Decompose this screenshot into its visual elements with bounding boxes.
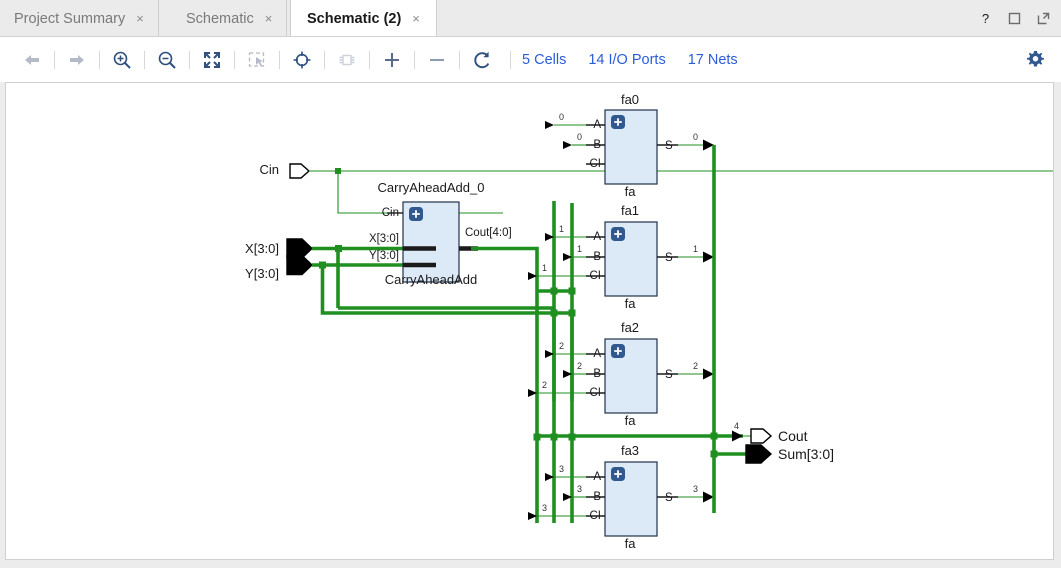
forward-icon[interactable]	[62, 45, 92, 75]
tab-schematic[interactable]: Schematic ×	[172, 0, 288, 37]
bit-index-label: 3	[577, 484, 582, 494]
cell-instance-label: fa3	[621, 443, 639, 458]
port-sum-label: Sum[3:0]	[778, 446, 834, 462]
cout-bit-label: 4	[734, 421, 739, 431]
cout-bus-routing	[471, 201, 576, 523]
toolbar-divider	[279, 50, 280, 69]
cell-master-label: fa	[625, 184, 637, 199]
toolbar-divider	[324, 50, 325, 69]
xy-bus-routing	[320, 306, 574, 401]
bit-index-label: 3	[693, 484, 698, 494]
nets-link[interactable]: 17 Nets	[688, 52, 738, 68]
bit-index-label: 3	[559, 464, 564, 474]
bit-index-label: 0	[559, 112, 564, 122]
zoom-in-icon[interactable]	[107, 45, 137, 75]
back-icon[interactable]	[17, 45, 47, 75]
fa1-pin-s-label: S	[665, 252, 673, 264]
cell-fa3[interactable]: fa3 A B CI S fa 3 3 3 3	[528, 443, 714, 551]
window-controls: ?	[978, 0, 1051, 37]
port-y-label: Y[3:0]	[245, 266, 279, 281]
zoom-area-icon[interactable]	[242, 45, 272, 75]
schematic-viewer-window: Project Summary × Schematic × Schematic …	[0, 0, 1061, 568]
cell-master-label: fa	[625, 536, 637, 551]
cla-pin-y-label: Y[3:0]	[369, 250, 399, 262]
cell-instance-label: fa0	[621, 92, 639, 107]
bit-index-label: 2	[577, 361, 582, 371]
bit-index-label: 1	[542, 263, 547, 273]
cell-instance-label: CarryAheadAdd_0	[378, 180, 485, 195]
zoom-fit-icon[interactable]	[197, 45, 227, 75]
cla-pin-x-label: X[3:0]	[369, 233, 399, 245]
tab-close-icon[interactable]: ×	[136, 12, 144, 25]
cell-master-label: fa	[625, 413, 637, 428]
cell-master-label: fa	[625, 296, 637, 311]
toolbar-divider	[510, 50, 511, 69]
port-cin-label: Cin	[259, 162, 279, 177]
plus-icon[interactable]	[377, 45, 407, 75]
tab-close-icon[interactable]: ×	[265, 12, 273, 25]
toolbar-divider	[99, 50, 100, 69]
port-cout[interactable]: 4 Cout	[714, 421, 808, 444]
fa2-pin-s-label: S	[665, 369, 673, 381]
cell-master-label: CarryAheadAdd	[385, 272, 478, 287]
port-sum[interactable]: Sum[3:0]	[714, 444, 834, 464]
gear-icon[interactable]	[1026, 37, 1045, 82]
toolbar-divider	[369, 50, 370, 69]
cell-instance-label: fa2	[621, 320, 639, 335]
bit-index-label: 0	[693, 132, 698, 142]
port-cout-label: Cout	[778, 428, 808, 444]
fa3-pin-s-label: S	[665, 492, 673, 504]
bit-index-label: 1	[559, 224, 564, 234]
tab-bar: Project Summary × Schematic × Schematic …	[0, 0, 1061, 38]
minus-icon[interactable]	[422, 45, 452, 75]
cell-fa1[interactable]: fa1 A B CI S fa 1 1 1 1	[528, 203, 714, 311]
schematic-toolbar: 5 Cells 14 I/O Ports 17 Nets	[0, 37, 1061, 82]
cell-fa0[interactable]: fa0 A B CI S fa 0 0 0	[545, 92, 714, 199]
toolbar-divider	[54, 50, 55, 69]
port-x-label: X[3:0]	[245, 241, 279, 256]
io-ports-link[interactable]: 14 I/O Ports	[588, 52, 665, 68]
help-icon[interactable]: ?	[978, 11, 993, 26]
toolbar-divider	[189, 50, 190, 69]
svg-text:?: ?	[982, 12, 989, 26]
toolbar-divider	[459, 50, 460, 69]
bit-index-label: 1	[577, 244, 582, 254]
schematic-canvas[interactable]: Cin X[3:0] Y[3:0] CarryAheadAdd_0 Cin X[…	[5, 82, 1054, 560]
bit-index-label: 2	[693, 361, 698, 371]
float-window-icon[interactable]	[1036, 11, 1051, 26]
bit-index-label: 3	[542, 503, 547, 513]
toolbar-divider	[414, 50, 415, 69]
cell-fa2[interactable]: fa2 A B CI S fa 2 2 2 2	[528, 320, 714, 428]
bit-index-label: 2	[542, 380, 547, 390]
cell-carryaheadadd[interactable]: CarryAheadAdd_0 Cin X[3:0] Y[3:0] Cout[4…	[369, 180, 512, 287]
bit-index-label: 1	[693, 244, 698, 254]
bit-index-label: 0	[577, 132, 582, 142]
zoom-out-icon[interactable]	[152, 45, 182, 75]
toolbar-divider	[234, 50, 235, 69]
chip-icon[interactable]	[332, 45, 362, 75]
tab-schematic-2[interactable]: Schematic (2) ×	[290, 0, 437, 38]
fa0-pin-s-label: S	[665, 140, 673, 152]
toolbar-divider	[144, 50, 145, 69]
crosshair-icon[interactable]	[287, 45, 317, 75]
maximize-icon[interactable]	[1007, 11, 1022, 26]
cla-pin-cout-label: Cout[4:0]	[465, 227, 512, 239]
cell-instance-label: fa1	[621, 203, 639, 218]
tab-close-icon[interactable]: ×	[412, 12, 420, 25]
tab-project-summary[interactable]: Project Summary ×	[0, 0, 159, 37]
bit-index-label: 2	[559, 341, 564, 351]
tab-label: Schematic	[186, 10, 254, 27]
tab-label: Schematic (2)	[307, 10, 402, 27]
refresh-icon[interactable]	[467, 45, 497, 75]
tab-label: Project Summary	[14, 10, 126, 27]
cells-link[interactable]: 5 Cells	[522, 52, 566, 68]
